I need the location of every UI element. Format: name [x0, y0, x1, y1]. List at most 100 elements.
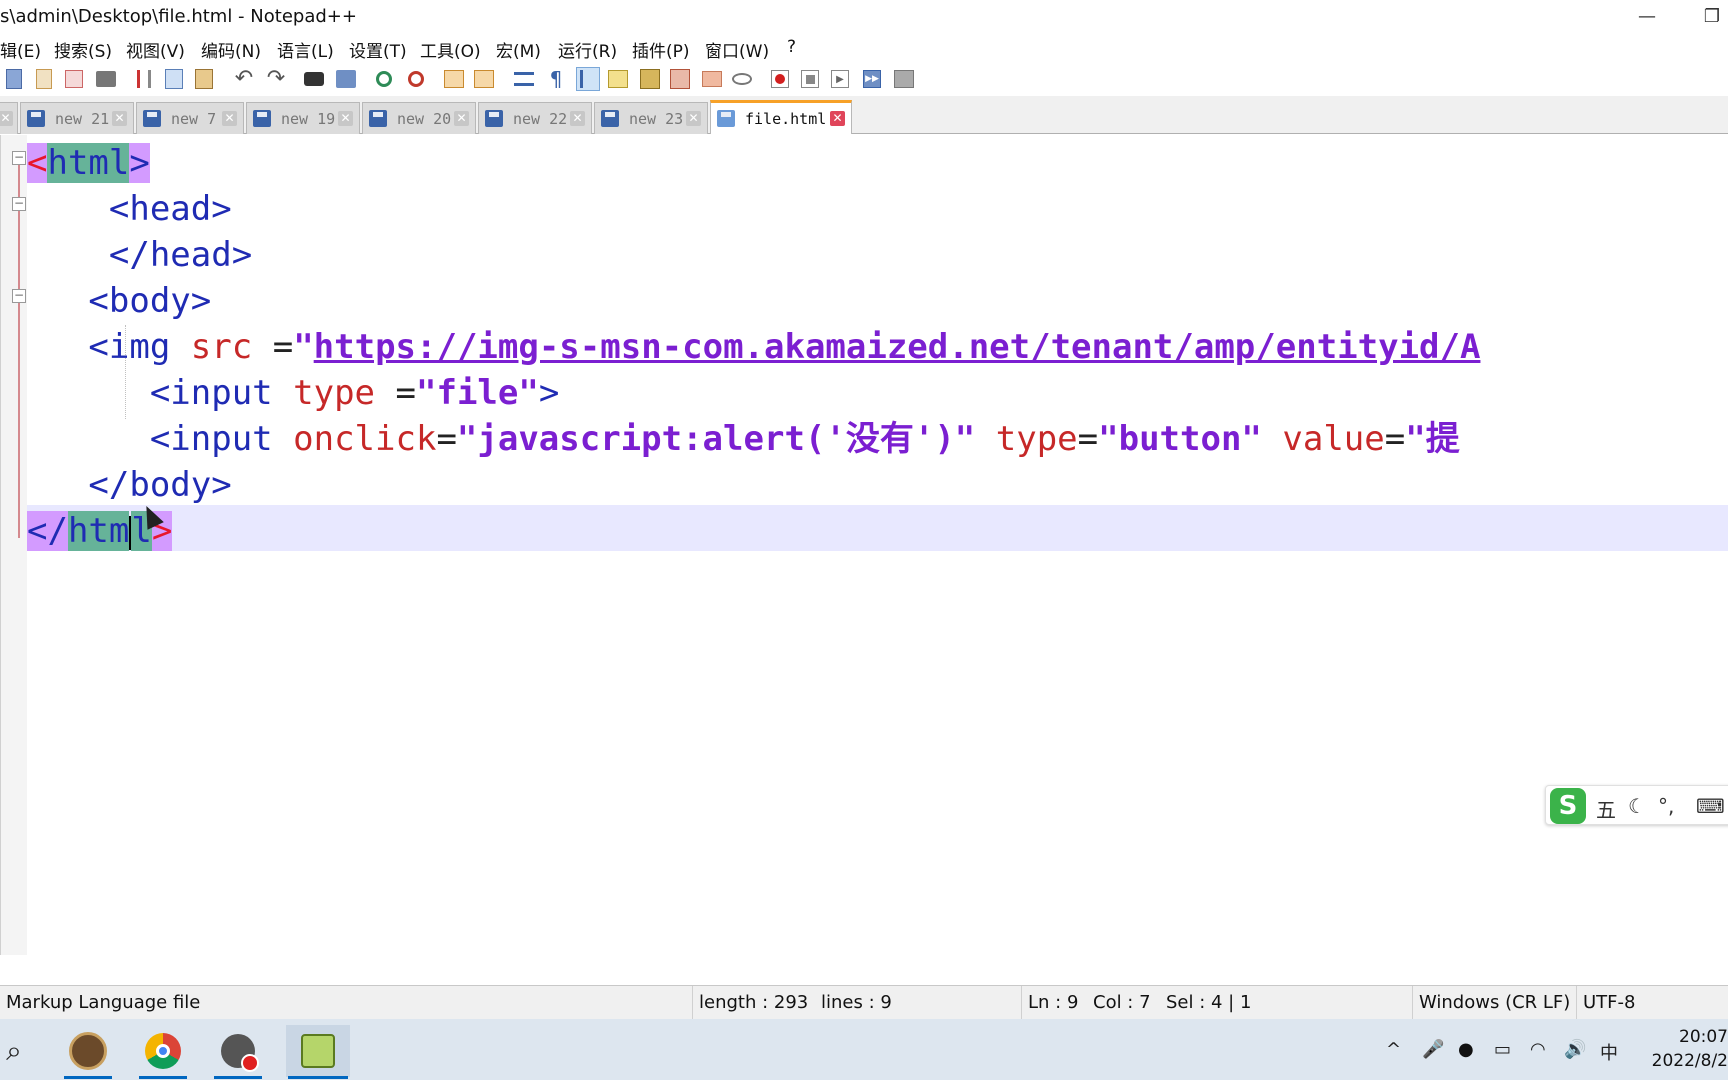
menu-language[interactable]: 语言(L): [277, 37, 334, 62]
code-line-1: <html>: [27, 140, 150, 186]
indent-guide-icon[interactable]: [576, 67, 600, 91]
monitoring-icon[interactable]: [730, 67, 754, 91]
tab-truncated[interactable]: ✕: [0, 102, 18, 134]
zoom-out-icon[interactable]: [404, 67, 428, 91]
play-macro-icon[interactable]: ▶: [828, 67, 852, 91]
print-icon[interactable]: [94, 67, 118, 91]
find-icon[interactable]: [302, 67, 326, 91]
copy-icon[interactable]: [162, 67, 186, 91]
chrome-icon[interactable]: [137, 1025, 189, 1079]
token: <body>: [88, 281, 212, 321]
tab-close-icon[interactable]: ✕: [570, 111, 585, 126]
document-map-icon[interactable]: [638, 67, 662, 91]
folder-workspace-icon[interactable]: [700, 67, 724, 91]
sync-horizontal-icon[interactable]: [472, 67, 496, 91]
punctuation-icon[interactable]: °,: [1658, 794, 1674, 818]
token: "button": [1098, 419, 1262, 459]
tab-close-icon[interactable]: ✕: [0, 111, 13, 126]
menu-run[interactable]: 运行(R): [558, 37, 617, 62]
paste-icon[interactable]: [192, 67, 216, 91]
screen-recorder-icon[interactable]: [212, 1025, 264, 1079]
volume-icon[interactable]: 🔊: [1564, 1039, 1586, 1060]
menu-view[interactable]: 视图(V): [126, 37, 185, 62]
status-eol[interactable]: Windows (CR LF): [1412, 986, 1570, 1020]
tab-new-22[interactable]: new 22 ✕: [478, 102, 592, 134]
save-macro-icon[interactable]: [892, 67, 916, 91]
token: type: [995, 419, 1078, 459]
menu-search[interactable]: 搜索(S): [54, 37, 112, 62]
tab-close-icon[interactable]: ✕: [686, 111, 701, 126]
token: <head>: [108, 189, 232, 229]
input-language-indicator[interactable]: 中: [1600, 1039, 1618, 1065]
sync-vertical-icon[interactable]: [442, 67, 466, 91]
fold-toggle-html[interactable]: −: [12, 151, 26, 165]
menu-edit[interactable]: 辑(E): [0, 37, 41, 62]
battery-icon[interactable]: ▭: [1494, 1039, 1511, 1060]
token: </: [27, 511, 68, 551]
tab-file-html[interactable]: file.html ✕: [710, 100, 852, 134]
cut-icon[interactable]: [132, 67, 156, 91]
ime-toolbar[interactable]: S 五 ☾ °, ⌨: [1545, 785, 1728, 825]
java-ide-icon[interactable]: [62, 1025, 114, 1079]
zoom-in-icon[interactable]: [372, 67, 396, 91]
undo-icon[interactable]: ↶: [232, 67, 256, 91]
fold-margin: [1, 135, 27, 955]
menu-tools[interactable]: 工具(O): [420, 37, 481, 62]
taskbar: ⌕ ^ 🎤 ● ▭ ◠ 🔊 中 20:07 2022/8/2: [0, 1019, 1728, 1080]
restore-button[interactable]: ❐: [1690, 2, 1728, 32]
show-all-chars-icon[interactable]: ¶: [544, 67, 568, 91]
system-clock[interactable]: 20:07 2022/8/2: [1636, 1025, 1728, 1073]
microphone-icon[interactable]: 🎤: [1422, 1039, 1444, 1060]
search-icon[interactable]: ⌕: [0, 1025, 40, 1077]
word-wrap-icon[interactable]: [512, 67, 536, 91]
stop-macro-icon[interactable]: [798, 67, 822, 91]
tab-close-icon[interactable]: ✕: [222, 111, 237, 126]
ime-mode[interactable]: 五: [1596, 794, 1616, 823]
run-macro-multiple-icon[interactable]: ▶▶: [860, 67, 884, 91]
replace-icon[interactable]: [334, 67, 358, 91]
url-token[interactable]: https://img-s-msn-com.akamaized.net/tena…: [314, 327, 1481, 367]
fold-toggle-head[interactable]: −: [12, 197, 26, 211]
token: src: [190, 327, 253, 367]
tab-close-icon[interactable]: ✕: [112, 111, 127, 126]
toolbar: ↶ ↷ ¶ ▶ ▶▶: [0, 62, 1728, 96]
token: "提: [1405, 419, 1460, 459]
qq-icon[interactable]: ●: [1458, 1039, 1474, 1060]
token: onclick: [293, 419, 437, 459]
redo-icon[interactable]: ↷: [264, 67, 288, 91]
tab-close-icon[interactable]: ✕: [454, 111, 469, 126]
save-icon[interactable]: [62, 67, 86, 91]
minimize-button[interactable]: —: [1625, 2, 1669, 32]
record-macro-icon[interactable]: [768, 67, 792, 91]
tab-close-icon[interactable]: ✕: [338, 111, 353, 126]
notepadpp-taskbar-icon[interactable]: [286, 1025, 350, 1079]
menu-window[interactable]: 窗口(W): [705, 37, 769, 62]
token: </head>: [108, 235, 253, 275]
menu-encoding[interactable]: 编码(N): [201, 37, 261, 62]
tab-new-21[interactable]: new 21 ✕: [20, 102, 134, 134]
tab-new-19[interactable]: new 19 ✕: [246, 102, 360, 134]
token: =: [1384, 419, 1406, 459]
token: =: [272, 327, 294, 367]
moon-icon[interactable]: ☾: [1628, 794, 1646, 818]
tray-chevron-icon[interactable]: ^: [1386, 1039, 1401, 1060]
menu-macro[interactable]: 宏(M): [496, 37, 541, 62]
menu-help[interactable]: ?: [787, 37, 796, 57]
tab-new-20[interactable]: new 20 ✕: [362, 102, 476, 134]
user-define-language-icon[interactable]: [606, 67, 630, 91]
open-file-icon[interactable]: [32, 67, 56, 91]
status-encoding[interactable]: UTF-8: [1576, 986, 1635, 1020]
tab-new-7[interactable]: new 7 ✕: [136, 102, 244, 134]
token: >: [538, 373, 560, 413]
function-list-icon[interactable]: [668, 67, 692, 91]
keyboard-icon[interactable]: ⌨: [1696, 794, 1725, 818]
tab-close-icon[interactable]: ✕: [830, 111, 845, 126]
new-file-icon[interactable]: [2, 67, 26, 91]
menu-plugins[interactable]: 插件(P): [632, 37, 690, 62]
sogou-logo-icon[interactable]: S: [1550, 788, 1586, 824]
tab-new-23[interactable]: new 23 ✕: [594, 102, 708, 134]
fold-toggle-body[interactable]: −: [12, 289, 26, 303]
menu-settings[interactable]: 设置(T): [349, 37, 407, 62]
wifi-icon[interactable]: ◠: [1530, 1039, 1546, 1060]
code-editor[interactable]: − − − <html> <head> </head> <body> <img …: [0, 135, 1728, 955]
